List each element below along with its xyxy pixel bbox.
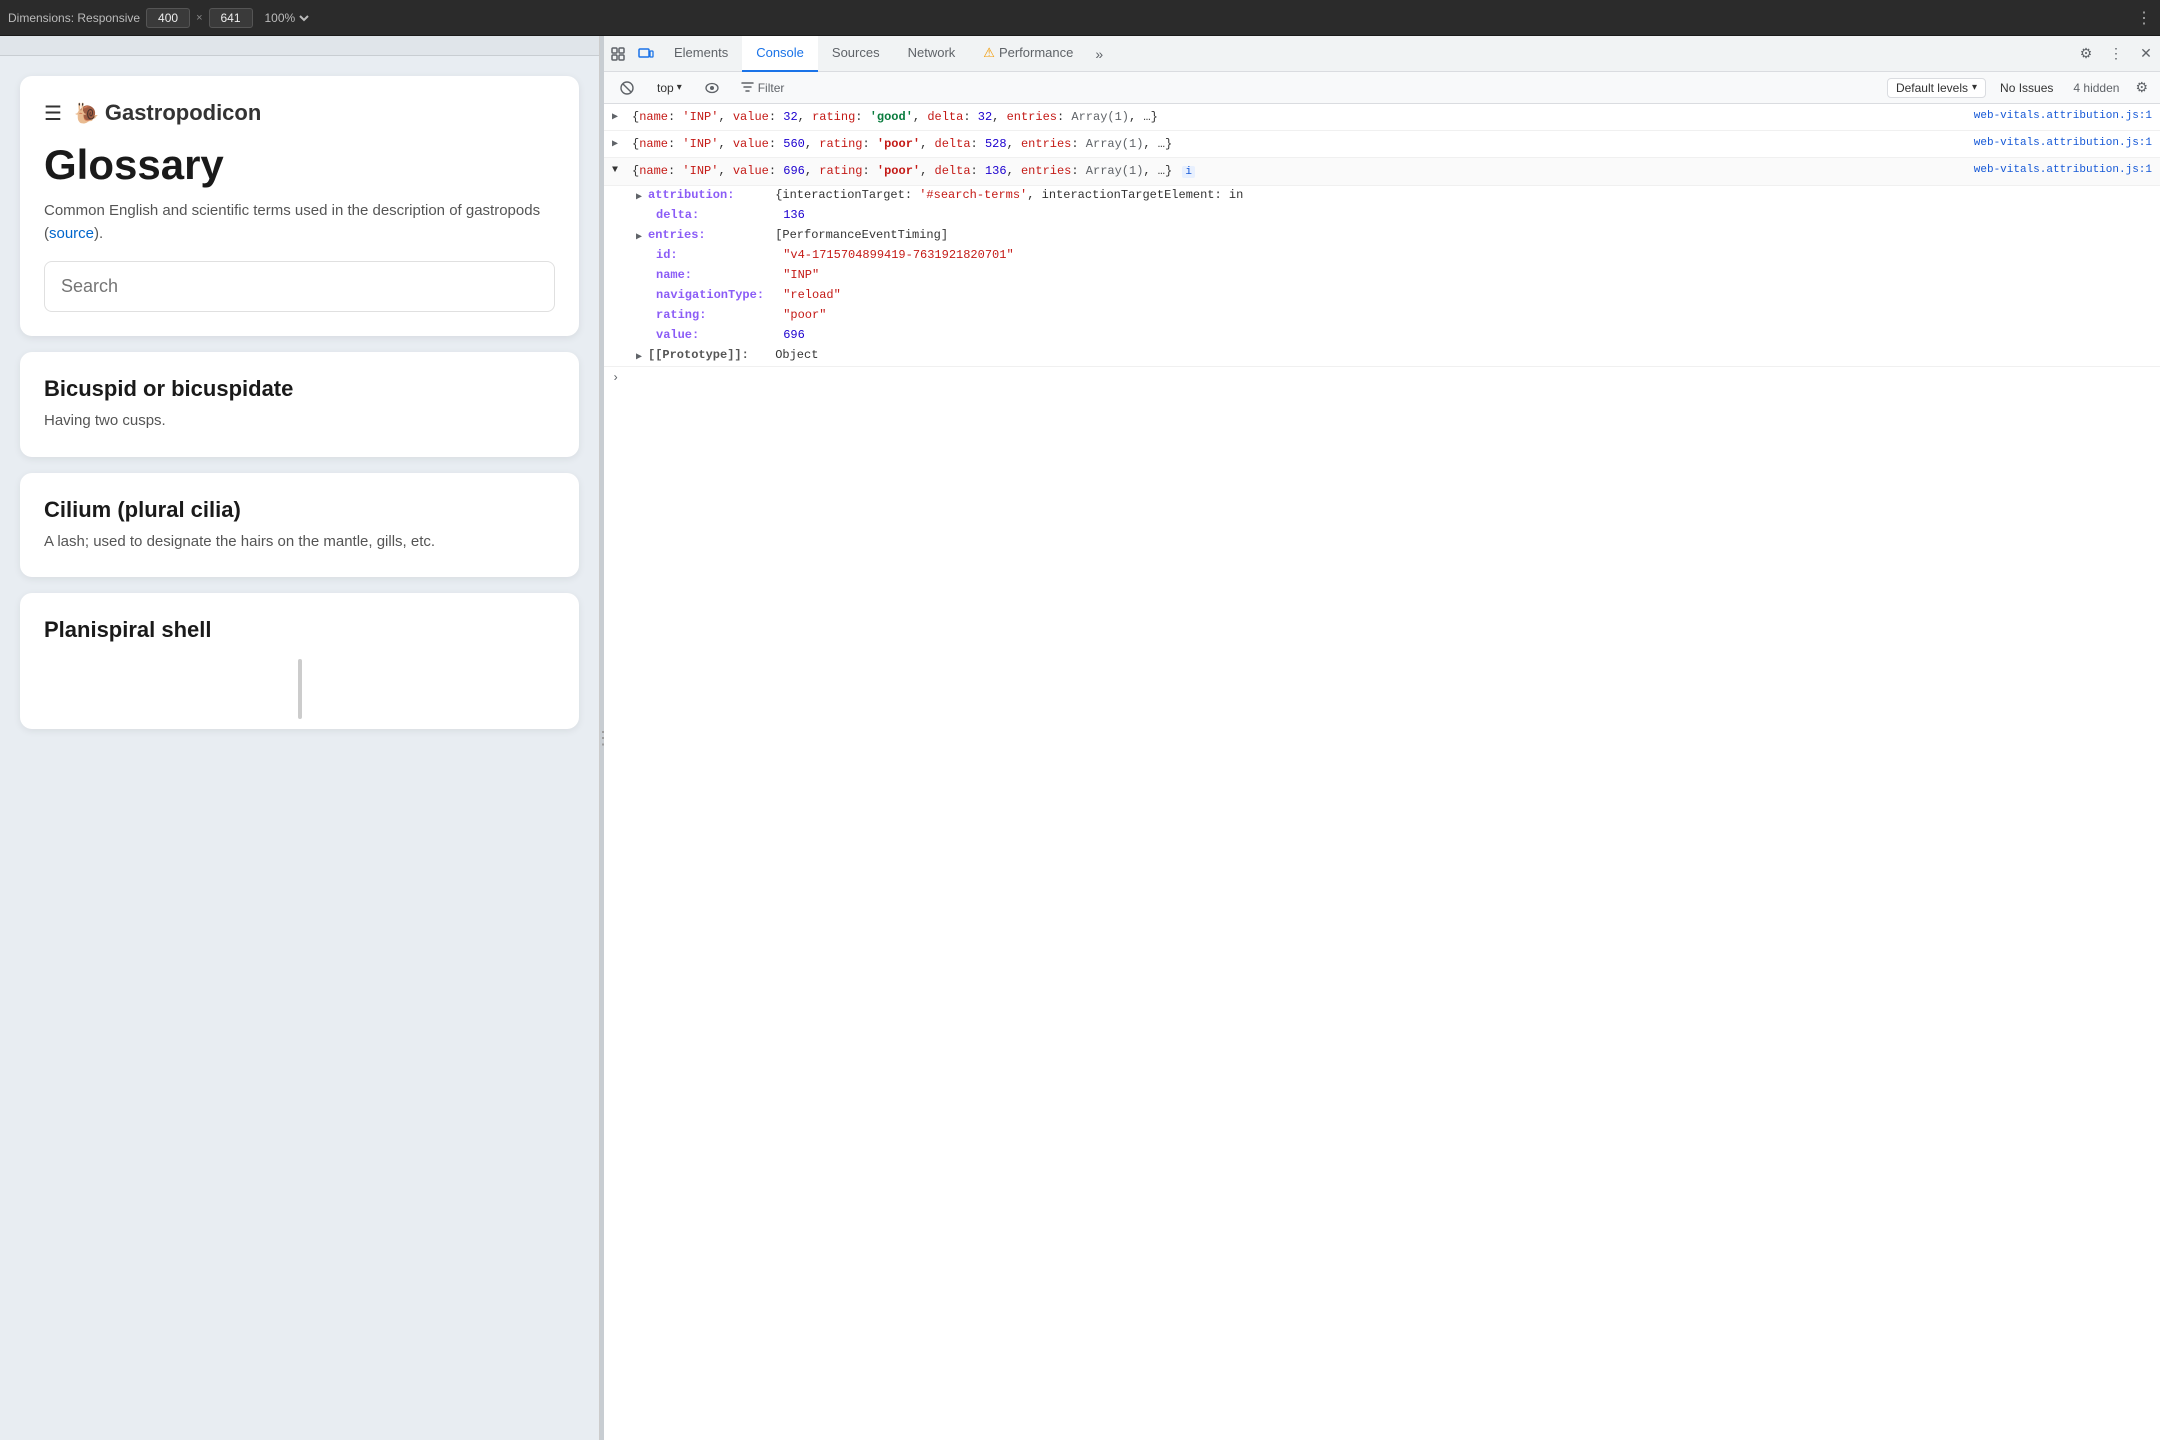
console-source-1[interactable]: web-vitals.attribution.js:1 — [1972, 108, 2152, 122]
glossary-title: Glossary — [44, 142, 555, 188]
web-content[interactable]: ☰ 🐌 Gastropodicon Glossary Common Englis… — [0, 56, 599, 1440]
console-content-2: {name: 'INP', value: 560, rating: 'poor'… — [632, 135, 1964, 153]
tab-overflow-button[interactable]: » — [1087, 36, 1111, 72]
expanded-row-rating: rating: "poor" — [604, 306, 2160, 326]
console-content-1: {name: 'INP', value: 32, rating: 'good',… — [632, 108, 1964, 126]
tab-elements[interactable]: Elements — [660, 36, 742, 72]
expanded-row-name: name: "INP" — [604, 266, 2160, 286]
glossary-header-card: ☰ 🐌 Gastropodicon Glossary Common Englis… — [20, 76, 579, 336]
glossary-description: Common English and scientific terms used… — [44, 200, 555, 245]
devtools-right-icons: ⚙ ⋮ ✕ — [2072, 40, 2160, 68]
expanded-row-entries[interactable]: ▶ entries: [PerformanceEventTiming] — [604, 226, 2160, 246]
info-badge[interactable]: i — [1182, 166, 1195, 178]
site-logo: 🐌 Gastropodicon — [74, 100, 261, 126]
def-bicuspid: Having two cusps. — [44, 410, 555, 433]
filter-button[interactable]: Filter — [733, 79, 793, 97]
viewport-height-input[interactable] — [209, 8, 253, 28]
expanded-row-id: id: "v4-1715704899419-7631921820701" — [604, 246, 2160, 266]
attribution-arrow[interactable]: ▶ — [636, 191, 648, 203]
console-row-2[interactable]: ▶ {name: 'INP', value: 560, rating: 'poo… — [604, 131, 2160, 158]
entries-arrow[interactable]: ▶ — [636, 231, 648, 243]
glossary-term-card-3: Planispiral shell — [20, 593, 579, 729]
tab-sources[interactable]: Sources — [818, 36, 894, 72]
hidden-count[interactable]: 4 hidden — [2067, 79, 2125, 97]
devtools-settings-button[interactable]: ⚙ — [2072, 40, 2100, 68]
devtools-close-button[interactable]: ✕ — [2132, 40, 2160, 68]
expand-arrow-2[interactable]: ▶ — [612, 138, 624, 150]
expanded-row-prototype[interactable]: ▶ [[Prototype]]: Object — [604, 346, 2160, 366]
hamburger-menu-icon[interactable]: ☰ — [44, 101, 62, 126]
expanded-row-delta: delta: 136 — [604, 206, 2160, 226]
page-header: ☰ 🐌 Gastropodicon — [44, 100, 555, 126]
dimension-x-separator: × — [196, 12, 202, 24]
tab-network[interactable]: Network — [894, 36, 970, 72]
devtools-panel: Elements Console Sources Network ⚠ Perfo… — [604, 36, 2160, 1440]
console-source-2[interactable]: web-vitals.attribution.js:1 — [1972, 135, 2152, 149]
term-cilium: Cilium (plural cilia) — [44, 497, 555, 523]
inspect-element-button[interactable] — [604, 40, 632, 68]
source-link[interactable]: source — [49, 225, 94, 242]
expanded-row-value: value: 696 — [604, 326, 2160, 346]
console-prompt-row: › — [604, 366, 2160, 389]
no-issues-indicator: No Issues — [1992, 79, 2061, 97]
clear-console-button[interactable] — [612, 79, 642, 97]
zoom-select[interactable]: 100% 75% 50% 150% — [261, 10, 312, 26]
prototype-arrow[interactable]: ▶ — [636, 351, 648, 363]
term-bicuspid: Bicuspid or bicuspidate — [44, 376, 555, 402]
expanded-row-attribution[interactable]: ▶ attribution: {interactionTarget: '#sea… — [604, 186, 2160, 206]
console-row-3-group: ▼ {name: 'INP', value: 696, rating: 'poo… — [604, 158, 2160, 366]
tab-performance[interactable]: ⚠ Performance — [969, 36, 1087, 72]
glossary-term-card-2: Cilium (plural cilia) A lash; used to de… — [20, 473, 579, 578]
dimensions-label[interactable]: Dimensions: Responsive — [8, 11, 140, 25]
devtools-more-button[interactable]: ⋮ — [2102, 40, 2130, 68]
prompt-arrow-icon: › — [612, 371, 619, 385]
viewport-ruler — [0, 36, 599, 56]
browser-top-bar: Dimensions: Responsive × 100% 75% 50% 15… — [0, 0, 2160, 36]
eye-live-expressions-button[interactable] — [697, 80, 727, 96]
context-selector[interactable]: top ▾ — [648, 78, 691, 98]
main-layout: ☰ 🐌 Gastropodicon Glossary Common Englis… — [0, 36, 2160, 1440]
scroll-hint — [298, 659, 302, 719]
topbar-more-button[interactable]: ⋮ — [2136, 8, 2152, 28]
term-planispiral: Planispiral shell — [44, 617, 555, 643]
glossary-term-card-1: Bicuspid or bicuspidate Having two cusps… — [20, 352, 579, 457]
console-output[interactable]: ▶ {name: 'INP', value: 32, rating: 'good… — [604, 104, 2160, 1440]
expand-arrow-1[interactable]: ▶ — [612, 111, 624, 123]
def-cilium: A lash; used to designate the hairs on t… — [44, 531, 555, 554]
console-source-3[interactable]: web-vitals.attribution.js:1 — [1972, 162, 2152, 176]
devtools-tabs: Elements Console Sources Network ⚠ Perfo… — [660, 36, 1111, 72]
viewport-panel: ☰ 🐌 Gastropodicon Glossary Common Englis… — [0, 36, 600, 1440]
console-content-3: {name: 'INP', value: 696, rating: 'poor'… — [632, 162, 1964, 181]
console-row-3[interactable]: ▼ {name: 'INP', value: 696, rating: 'poo… — [604, 158, 2160, 186]
viewport-width-input[interactable] — [146, 8, 190, 28]
log-levels-select[interactable]: Default levels ▾ — [1887, 78, 1986, 98]
console-secondary-toolbar: top ▾ Filter Default levels ▾ No Issues … — [604, 72, 2160, 104]
expand-arrow-3[interactable]: ▼ — [612, 165, 624, 176]
tab-console[interactable]: Console — [742, 36, 818, 72]
device-toggle-button[interactable] — [632, 40, 660, 68]
console-row-1[interactable]: ▶ {name: 'INP', value: 32, rating: 'good… — [604, 104, 2160, 131]
responsive-controls: Dimensions: Responsive × — [8, 8, 253, 28]
snail-icon: 🐌 — [74, 101, 99, 126]
site-name: Gastropodicon — [105, 100, 261, 126]
console-settings-button[interactable]: ⚙ — [2131, 77, 2152, 98]
search-input[interactable] — [44, 261, 555, 312]
expanded-row-navtype: navigationType: "reload" — [604, 286, 2160, 306]
